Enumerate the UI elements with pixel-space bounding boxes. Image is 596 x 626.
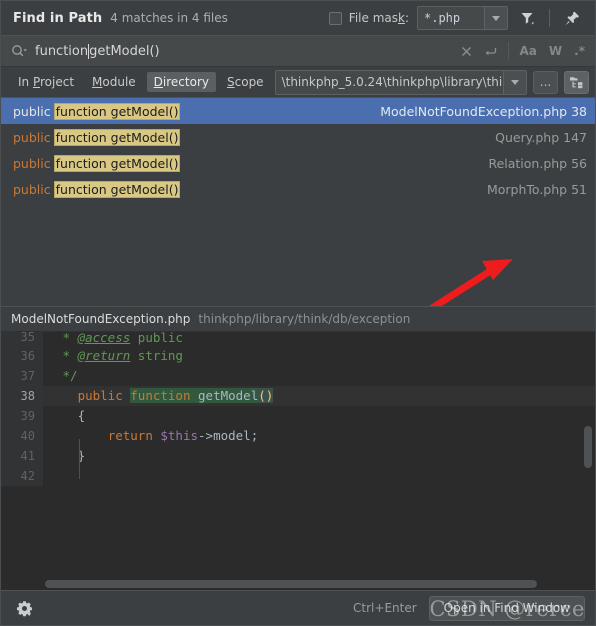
directory-dropdown-button[interactable] — [503, 70, 526, 94]
search-icon — [12, 45, 27, 57]
folder-tree-icon — [570, 77, 583, 89]
preview-file-name: ModelNotFoundException.php — [11, 312, 191, 326]
result-keyword: public — [13, 155, 51, 171]
filter-button[interactable] — [514, 5, 540, 31]
search-field-row[interactable]: function getModel() Aa W .* — [1, 35, 595, 67]
search-divider — [507, 42, 509, 60]
line-content: } — [77, 448, 86, 463]
regex-toggle[interactable]: .* — [568, 40, 591, 62]
sidebar-item-scope[interactable]: Scope — [220, 72, 271, 92]
settings-button[interactable] — [11, 595, 37, 621]
pin-icon — [564, 11, 579, 25]
result-keyword: public — [13, 129, 51, 145]
find-in-path-dialog: Find in Path 4 matches in 4 files File m… — [0, 0, 596, 626]
line-content — [43, 466, 595, 486]
line-content: * @return string — [55, 348, 183, 363]
result-match-highlight: function getModel() — [53, 128, 181, 146]
line-number: 36 — [1, 346, 43, 366]
sidebar-item-module[interactable]: Module — [85, 72, 143, 92]
line-content: public function getModel() — [77, 388, 274, 403]
file-mask-dropdown-button[interactable] — [484, 7, 507, 29]
line-number: 35 — [1, 332, 43, 346]
chevron-down-icon — [511, 79, 519, 85]
recursive-tree-toggle-button[interactable] — [564, 70, 589, 94]
result-file-location: Relation.php 56 — [488, 155, 587, 171]
search-text-before-caret: function — [35, 43, 89, 59]
table-row[interactable]: public function getModel() ModelNotFound… — [1, 98, 595, 124]
preview-file-dir: thinkphp/library/think/db/exception — [198, 312, 411, 326]
indent-guide — [79, 439, 80, 479]
directory-path-input[interactable]: \thinkphp_5.0.24\thinkphp\library\think — [276, 71, 503, 94]
dialog-header: Find in Path 4 matches in 4 files File m… — [1, 1, 595, 35]
file-mask-label: File mask: — [348, 11, 409, 25]
code-preview[interactable]: 35 * @access public 36 * @return string … — [1, 332, 595, 590]
match-case-toggle[interactable]: Aa — [514, 40, 543, 62]
search-results-list[interactable]: public function getModel() ModelNotFound… — [1, 97, 595, 306]
vertical-scrollbar[interactable] — [584, 426, 592, 468]
table-row[interactable]: public function getModel() Query.php 147 — [1, 124, 595, 150]
result-file-location: ModelNotFoundException.php 38 — [380, 103, 587, 119]
line-number: 39 — [1, 406, 43, 426]
browse-directory-button[interactable]: ... — [533, 70, 558, 94]
result-match-highlight: function getModel() — [53, 180, 181, 198]
directory-combo[interactable]: \thinkphp_5.0.24\thinkphp\library\think — [274, 69, 527, 95]
code-line: 37 */ — [1, 366, 595, 386]
pin-button[interactable] — [559, 5, 585, 31]
file-mask-combo[interactable]: *.php — [417, 6, 508, 30]
chevron-down-icon — [492, 15, 500, 21]
match-count-label: 4 matches in 4 files — [110, 11, 228, 25]
search-history-button[interactable] — [479, 39, 503, 63]
line-number: 40 — [1, 426, 43, 446]
gear-icon — [16, 600, 32, 616]
open-in-find-window-button[interactable]: Open in Find Window — [428, 595, 585, 621]
code-line: 41 } — [1, 446, 595, 466]
code-line: 35 * @access public — [1, 332, 595, 346]
code-line: 39 { — [1, 406, 595, 426]
code-line: 42 — [1, 466, 595, 486]
horizontal-scrollbar-thumb[interactable] — [45, 580, 537, 588]
result-keyword: public — [13, 103, 51, 119]
result-match-highlight: function getModel() — [53, 102, 181, 120]
dialog-footer: Ctrl+Enter Open in Find Window — [1, 590, 595, 625]
file-mask-value[interactable]: *.php — [418, 7, 484, 29]
shortcut-hint: Ctrl+Enter — [353, 601, 417, 615]
line-content: { — [77, 408, 86, 423]
result-file-location: Query.php 147 — [495, 129, 587, 145]
clear-x-icon — [462, 46, 471, 56]
search-icon-button[interactable] — [9, 44, 29, 58]
code-line: 36 * @return string — [1, 346, 595, 366]
code-line: 40 return $this->model; — [1, 426, 595, 446]
result-match-highlight: function getModel() — [53, 154, 181, 172]
line-content: return $this->model; — [107, 428, 259, 443]
code-line-match: 38 public function getModel() — [1, 386, 595, 406]
words-toggle[interactable]: W — [543, 40, 568, 62]
page-title: Find in Path — [13, 10, 103, 26]
file-mask-checkbox[interactable] — [328, 11, 342, 25]
search-input[interactable]: function getModel() — [29, 43, 455, 59]
table-row[interactable]: public function getModel() Relation.php … — [1, 150, 595, 176]
line-content: * @access public — [55, 332, 183, 345]
table-row[interactable]: public function getModel() MorphTo.php 5… — [1, 176, 595, 202]
result-file-location: MorphTo.php 51 — [486, 181, 587, 197]
preview-file-path-bar: ModelNotFoundException.php thinkphp/libr… — [1, 306, 595, 332]
clear-search-button[interactable] — [455, 39, 479, 63]
line-number: 37 — [1, 366, 43, 386]
line-number: 42 — [1, 466, 43, 486]
result-keyword: public — [13, 181, 51, 197]
line-number: 41 — [1, 446, 43, 466]
header-divider — [549, 9, 550, 27]
sidebar-item-directory[interactable]: Directory — [146, 72, 216, 92]
scope-row: In Project Module Directory Scope \think… — [1, 67, 595, 97]
sidebar-item-in-project[interactable]: In Project — [11, 72, 81, 92]
line-content: */ — [55, 368, 78, 383]
search-text-after-caret: getModel() — [89, 43, 160, 59]
history-return-icon — [485, 47, 497, 55]
line-number: 38 — [1, 386, 43, 406]
filter-funnel-icon — [521, 13, 534, 25]
